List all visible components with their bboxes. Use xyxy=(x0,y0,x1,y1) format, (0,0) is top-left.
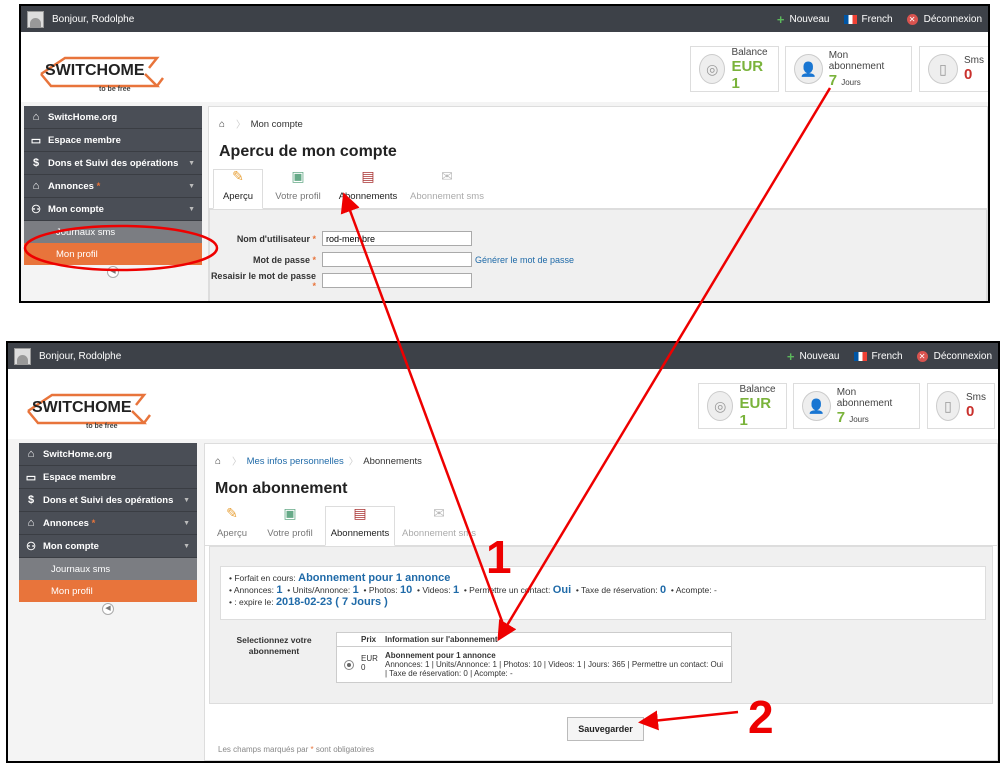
arrow-to-subscription-info xyxy=(497,87,832,642)
arrow-to-abonnements-tab xyxy=(340,192,508,633)
arrow-to-save-button xyxy=(638,710,739,731)
annotation-arrows xyxy=(340,87,832,731)
